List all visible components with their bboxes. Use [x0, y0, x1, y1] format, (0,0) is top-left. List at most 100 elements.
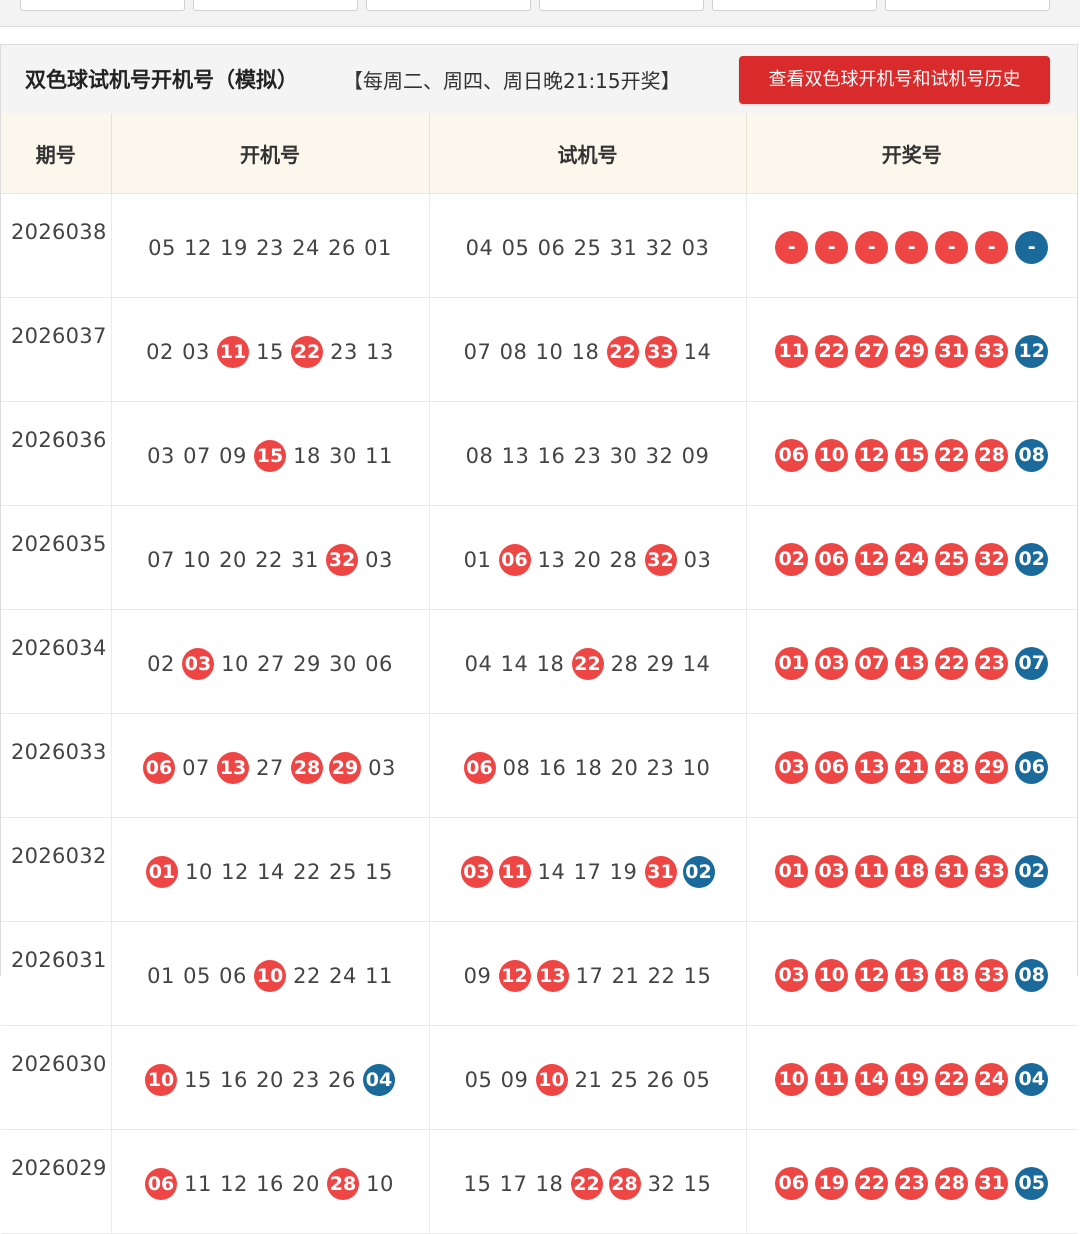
winning-number-list: 10 11 14 19 22 24 04: [772, 1059, 1052, 1096]
winning-number-list: 01 03 11 18 31 33 02: [772, 851, 1052, 888]
top-tab-5[interactable]: [712, 0, 877, 11]
open-number-list: 01 05 06 10 22 24 11: [143, 956, 397, 992]
plain-number: 10: [682, 755, 711, 780]
red-ball: 31: [975, 1167, 1009, 1200]
winning-number-list: 06 10 12 15 22 28 08: [772, 435, 1052, 472]
red-ball: 13: [855, 751, 889, 784]
red-ball-match: 22: [571, 647, 604, 680]
red-ball: 03: [775, 959, 809, 992]
panel-header: 双色球试机号开机号（模拟） 【每周二、周四、周日晚21:15开奖】 查看双色球开…: [1, 45, 1077, 114]
plain-number: 18: [536, 651, 565, 676]
red-ball: 03: [815, 647, 849, 680]
blue-ball-match: 02: [682, 855, 715, 888]
trial-number-panel: 双色球试机号开机号（模拟） 【每周二、周四、周日晚21:15开奖】 查看双色球开…: [0, 44, 1078, 1234]
top-tab-1[interactable]: [20, 0, 185, 11]
history-button[interactable]: 查看双色球开机号和试机号历史: [739, 56, 1050, 104]
red-ball: 22: [935, 1063, 969, 1096]
trial-number-list: 03 11 14 17 19 31 02: [458, 852, 718, 888]
column-header-issue: 期号: [1, 113, 112, 194]
plain-number: 20: [219, 547, 247, 572]
winning-number-list: -------: [772, 227, 1052, 264]
red-ball: 27: [855, 335, 889, 368]
table-header-row: 期号 开机号 试机号 开奖号: [1, 113, 1077, 194]
plain-number: 28: [610, 651, 639, 676]
plain-number: 23: [330, 339, 358, 364]
open-number-list: 10 15 16 20 23 26 04: [142, 1060, 398, 1096]
winning-number-cell: 01 03 07 13 22 23 07: [746, 609, 1077, 714]
plain-number: 19: [220, 235, 248, 260]
plain-number: 01: [364, 235, 392, 260]
trial-number-cell: 04 05 06 25 31 32 03: [429, 193, 747, 298]
red-ball-match: 06: [145, 1167, 177, 1200]
red-ball: 12: [855, 959, 889, 992]
trial-number-cell: 08 13 16 23 30 32 09: [429, 401, 747, 506]
red-ball-match: 11: [217, 335, 249, 368]
plain-number: 10: [221, 651, 249, 676]
winning-number-cell: 02 06 12 24 25 32 02: [746, 505, 1077, 610]
red-ball: 32: [975, 543, 1009, 576]
blue-ball: -: [1015, 231, 1049, 264]
red-ball: 06: [815, 751, 849, 784]
plain-number: 31: [291, 547, 319, 572]
plain-number: 27: [256, 755, 284, 780]
plain-number: 03: [681, 235, 710, 260]
plain-number: 09: [500, 1067, 529, 1092]
winning-number-list: 03 06 13 21 28 29 06: [772, 747, 1052, 784]
red-ball: 23: [895, 1167, 929, 1200]
red-ball-match: 28: [291, 751, 323, 784]
table-row: 2026036 03 07 09 15 18 30 11 08 13 16 23 30 32 09 06 10 1…: [1, 401, 1077, 506]
plain-number: 24: [292, 235, 320, 260]
red-ball-match: 06: [143, 751, 175, 784]
plain-number: 03: [368, 755, 396, 780]
top-tab-strip: [0, 0, 1080, 27]
table-row: 2026033 06 07 13 27 28 29 03 06 08 16 18 20 23 10 03 06 1…: [1, 713, 1077, 818]
plain-number: 03: [182, 339, 210, 364]
blue-ball: 02: [1015, 855, 1049, 888]
plain-number: 20: [610, 755, 639, 780]
plain-number: 22: [255, 547, 283, 572]
plain-number: 05: [464, 1067, 493, 1092]
trial-number-list: 15 17 18 22 28 32 15: [460, 1164, 716, 1200]
red-ball: 07: [855, 647, 889, 680]
plain-number: 28: [609, 547, 638, 572]
open-number-cell: 02 03 10 27 29 30 06: [111, 609, 430, 714]
plain-number: 23: [646, 755, 675, 780]
red-ball: 02: [775, 543, 809, 576]
issue-number: 2026029: [1, 1129, 112, 1234]
blue-ball: 06: [1015, 751, 1049, 784]
plain-number: 20: [292, 1171, 320, 1196]
red-ball: 06: [815, 543, 849, 576]
red-ball: 33: [975, 959, 1009, 992]
plain-number: 16: [537, 443, 566, 468]
red-ball: 12: [855, 543, 889, 576]
top-tab-3[interactable]: [366, 0, 531, 11]
table-row: 2026032 01 10 12 14 22 25 15 03 11 14 17 19 31 02 01 03 1…: [1, 817, 1077, 922]
open-number-list: 06 11 12 16 20 28 10: [142, 1164, 398, 1200]
plain-number: 04: [465, 235, 494, 260]
top-tab-2[interactable]: [193, 0, 358, 11]
plain-number: 17: [573, 859, 602, 884]
plain-number: 07: [463, 339, 492, 364]
plain-number: 05: [148, 235, 176, 260]
issue-number: 2026035: [1, 505, 112, 610]
issue-number: 2026031: [1, 921, 112, 1026]
plain-number: 18: [535, 1171, 564, 1196]
trial-number-cell: 15 17 18 22 28 32 15: [429, 1129, 747, 1234]
blue-ball: 12: [1015, 335, 1049, 368]
top-tab-6[interactable]: [885, 0, 1050, 11]
plain-number: 16: [538, 755, 567, 780]
red-ball: 28: [935, 1167, 969, 1200]
panel-title: 双色球试机号开机号（模拟）: [25, 68, 298, 92]
winning-number-cell: 03 06 13 21 28 29 06: [746, 713, 1077, 818]
plain-number: 18: [574, 755, 603, 780]
red-ball: 29: [895, 335, 929, 368]
red-ball: 12: [855, 439, 889, 472]
blue-ball: 08: [1015, 439, 1049, 472]
open-number-list: 05 12 19 23 24 26 01: [144, 232, 396, 260]
top-tab-4[interactable]: [539, 0, 704, 11]
winning-number-cell: 03 10 12 13 18 33 08: [746, 921, 1077, 1026]
plain-number: 09: [681, 443, 710, 468]
plain-number: 03: [365, 547, 393, 572]
plain-number: 11: [184, 1171, 212, 1196]
plain-number: 01: [147, 963, 175, 988]
